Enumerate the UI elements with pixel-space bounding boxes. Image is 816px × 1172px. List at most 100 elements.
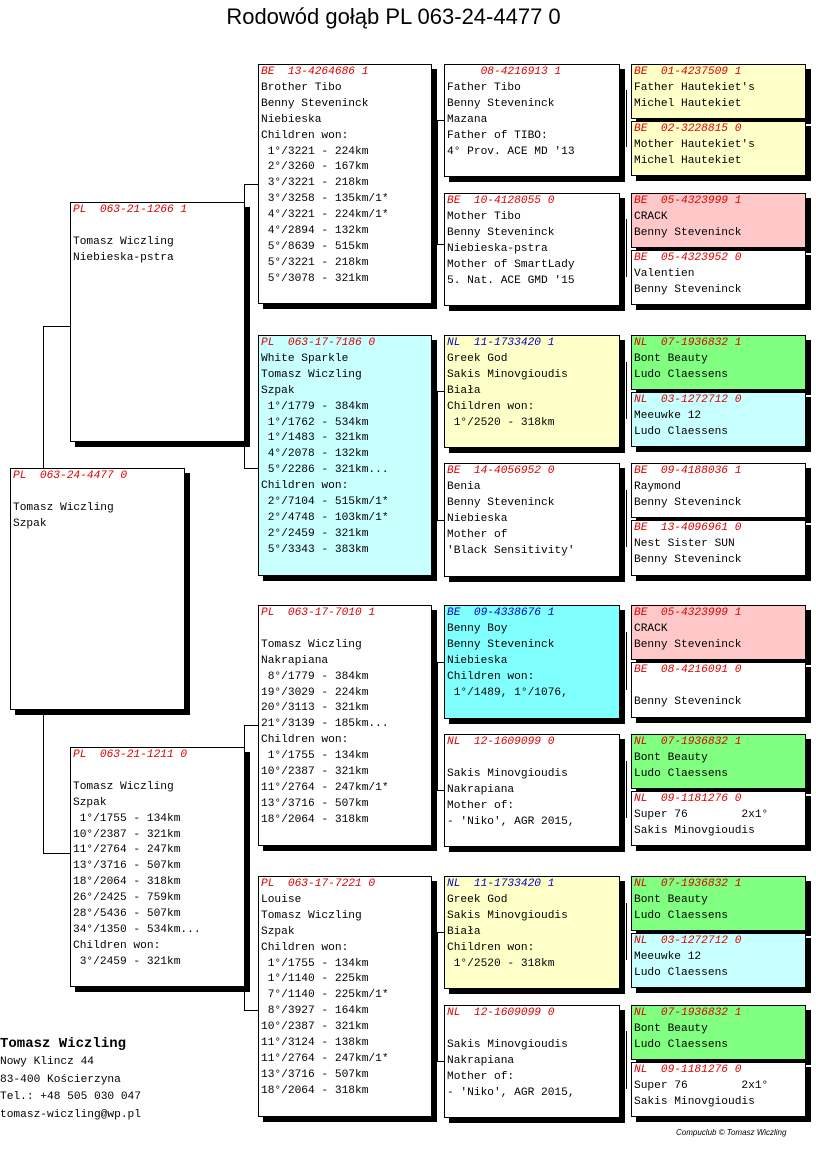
pigeon-info-line: Szpak [261,925,295,938]
pigeon-card-gen2: PL 063-17-7221 0 Louise Tomasz Wiczling Szp… [258,876,432,1117]
connector-line [43,853,71,854]
pigeon-info-line: 1°/1755 - 134km [73,812,181,825]
ring-number: BE 09-4188036 1 [634,465,742,477]
pigeon-info-line: Sakis Minovgioudis [447,909,568,922]
pigeon-info-line: 1°/1762 - 534km [261,416,369,429]
pigeon-info-line: 5°/8639 - 515km [261,240,369,253]
pigeon-info-line: 1°/3221 - 224km [261,145,369,158]
pigeon-info-line: Super 76 2x1° [634,808,769,821]
pigeon-info-line: Ludo Claessens [634,966,728,979]
pigeon-info-line: 5. Nat. ACE GMD '15 [447,274,575,287]
pigeon-card-gen2: BE 13-4264686 1 Brother Tibo Benny Steveni… [258,64,432,304]
pigeon-info-line: Ludo Claessens [634,909,728,922]
pigeon-info-line: Benny Steveninck [447,638,555,651]
connector-line [626,90,627,147]
ring-number: NL 09-1181276 0 [634,1064,742,1076]
breeder-email[interactable]: tomasz-wiczling@wp.pl [0,1107,141,1125]
pigeon-info-line: 2°/7104 - 515km/1* [261,496,389,509]
ring-number: BE 08-4216091 0 [634,664,742,676]
pigeon-info-line: ​ [447,1022,617,1038]
pigeon-info-line: 10°/2387 - 321km [261,1021,369,1034]
pigeon-info-line: Children won: [261,480,349,493]
pigeon-card-gen4: NL 07-1936832 1 Bont Beauty Ludo Claessens [631,876,806,931]
pigeon-info-line: 18°/2064 - 318km [73,876,181,889]
pigeon-card-sire: PL 063-21-1266 1 ​Tomasz Wiczling Niebiesk… [70,202,245,442]
pigeon-info-line: Benny Steveninck [634,553,742,566]
pigeon-info-line: Tomasz Wiczling [261,909,362,922]
pigeon-info-line: 4°/3221 - 224km/1* [261,209,389,222]
breeder-address-city: 83-400 Kościerzyna [0,1073,121,1086]
pigeon-info-line: Ludo Claessens [634,1038,728,1051]
pigeon-info-line: ​ [73,219,242,235]
pigeon-info-line: CRACK [634,622,668,635]
pigeon-info-line: Bont Beauty [634,893,708,906]
pigeon-card-gen3: 08-4216913 1 Father Tibo Benny Steveninck M… [444,64,620,177]
pigeon-info-line: Niebieska-pstra [73,251,174,264]
pigeon-info-line: Szpak [13,517,47,530]
pigeon-info-line: 11°/2764 - 247km/1* [261,1052,389,1065]
ring-number: NL 12-1609099 0 [447,736,555,748]
connector-line [626,761,627,818]
pigeon-info-line: 5°/3078 - 321km [261,272,369,285]
pigeon-info-line: Bont Beauty [634,751,708,764]
pigeon-info-line: Mazana [447,113,488,126]
ring-number: BE 09-4338676 1 [447,607,555,619]
pigeon-info-line: Bont Beauty [634,1022,708,1035]
ring-number: NL 07-1936832 1 [634,1007,742,1019]
ring-number: NL 07-1936832 1 [634,337,742,349]
ring-number: NL 03-1272712 0 [634,394,742,406]
ring-number: PL 063-17-7010 1 [261,607,376,619]
pigeon-info-line: Father Hautekiet's [634,81,755,94]
pigeon-info-line: Tomasz Wiczling [261,368,362,381]
pigeon-info-line: Nakrapiana [447,783,515,796]
connector-line [437,662,438,790]
pigeon-info-line: 5°/3343 - 383km [261,543,369,556]
pigeon-info-line: Benny Steveninck [634,695,742,708]
ring-number: PL 063-21-1211 0 [73,749,188,761]
pigeon-info-line: 8°/3927 - 164km [261,1005,369,1018]
pigeon-info-line: 18°/2064 - 318km [261,1084,369,1097]
pigeon-info-line: Nest Sister SUN [634,537,735,550]
pigeon-card-gen4: NL 07-1936832 1 Bont Beauty Ludo Claessens [631,335,806,390]
pigeon-card-gen4: BE 02-3228815 0 Mother Hautekiet's Michel … [631,121,806,176]
breeder-name: Tomasz Wiczling [0,1036,127,1052]
connector-line [244,184,259,185]
ring-number: 08-4216913 1 [447,66,562,78]
pigeon-card-gen4: NL 07-1936832 1 Bont Beauty Ludo Claessens [631,1005,806,1060]
pigeon-info-line: 1°/1489, 1°/1076, [447,686,568,699]
pigeon-info-line: Mother Hautekiet's [634,138,755,151]
pigeon-info-line: 28°/5436 - 507km [73,908,181,921]
breeder-contact: Tomasz Wiczling Nowy Klincz 44 83-400 Ko… [0,1034,141,1124]
pigeon-info-line: Ludo Claessens [634,368,728,381]
pigeon-info-line: Tomasz Wiczling [73,780,174,793]
pigeon-card-gen4: NL 09-1181276 0 Super 76 2x1° Sakis Minovg… [631,791,806,846]
connector-line [626,903,627,960]
pigeon-card-gen4: BE 01-4237509 1 Father Hautekiet's Michel … [631,64,806,119]
pigeon-info-line: Bont Beauty [634,352,708,365]
pigeon-card-gen4: NL 03-1272712 0 Meeuwke 12 Ludo Claessens [631,392,806,447]
pigeon-info-line: 1°/1140 - 225km [261,973,369,986]
pigeon-info-line: ​ [634,679,803,695]
pigeon-info-line: 13°/3716 - 507km [261,797,369,810]
pigeon-card-gen3: NL 12-1609099 0 ​Sakis Minovgioudis Nakrap… [444,1005,620,1118]
pigeon-info-line: Ludo Claessens [634,425,728,438]
pigeon-info-line: Greek God [447,352,508,365]
pigeon-info-line: 2°/2459 - 321km [261,527,369,540]
pigeon-info-line: 5°/3221 - 218km [261,256,369,269]
pigeon-info-line: 1°/1779 - 384km [261,400,369,413]
pigeon-info-line: 3°/3221 - 218km [261,177,369,190]
pigeon-card-gen3: NL 11-1733420 1 Greek God Sakis Minovgioud… [444,335,620,448]
ring-number: NL 12-1609099 0 [447,1007,555,1019]
pigeon-info-line: 1°/1755 - 134km [261,957,369,970]
pigeon-info-line: Benny Steveninck [634,496,742,509]
pigeon-info-line: Louise [261,893,302,906]
pigeon-card-subject: PL 063-24-4477 0 ​Tomasz Wiczling Szpak [10,468,185,710]
pigeon-info-line: Brother Tibo [261,81,342,94]
connector-line [626,219,627,277]
pigeon-card-gen3: BE 10-4128055 0 Mother Tibo Benny Stevenin… [444,193,620,306]
pigeon-card-gen4: BE 13-4096961 0 Nest Sister SUN Benny Stev… [631,520,806,576]
pigeon-info-line: 1°/2520 - 318km [447,416,555,429]
pigeon-card-gen4: BE 09-4188036 1 Raymond Benny Steveninck [631,463,806,518]
pigeon-info-line: Children won: [261,734,349,747]
pigeon-info-line: ​ [447,751,617,767]
